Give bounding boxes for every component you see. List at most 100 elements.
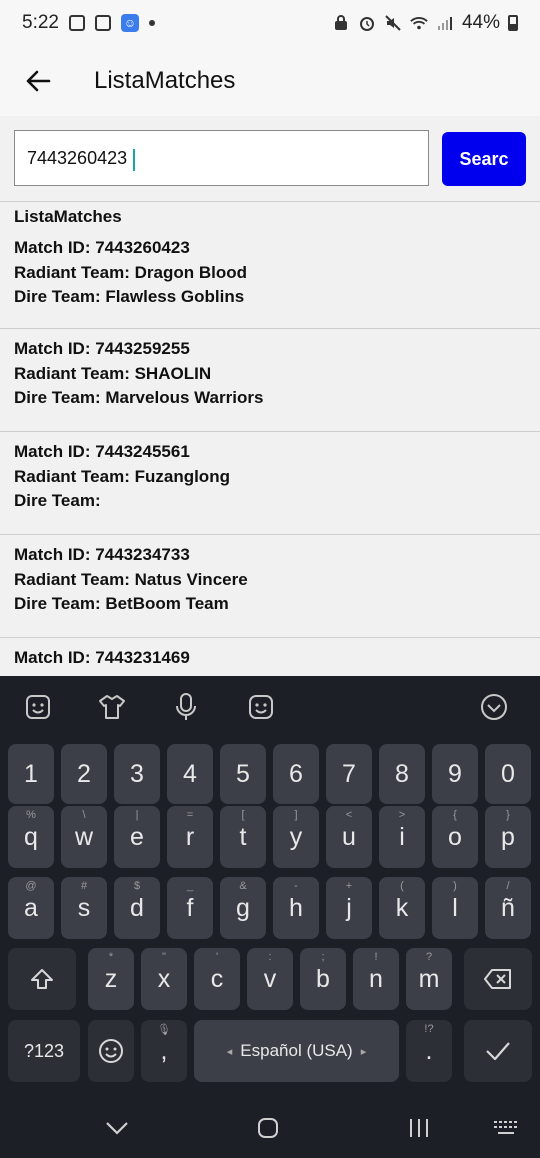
key-6[interactable]: 6: [273, 744, 319, 804]
key-k[interactable]: (k: [379, 877, 425, 939]
back-button[interactable]: [18, 61, 58, 101]
back-arrow-icon: [26, 70, 51, 92]
keyboard-switch-icon[interactable]: [486, 1108, 526, 1148]
key-g[interactable]: & g: [220, 877, 266, 939]
mic-small-icon: 🎙: [157, 1024, 171, 1036]
key-o[interactable]: {o: [432, 806, 478, 868]
key-m[interactable]: ? m: [406, 948, 452, 1010]
backspace-icon: [484, 969, 511, 989]
key-v[interactable]: :v: [247, 948, 293, 1010]
status-time: 5:22: [22, 12, 59, 33]
microphone-icon[interactable]: [171, 692, 201, 722]
key-n[interactable]: ! n: [353, 948, 399, 1010]
key-3[interactable]: 3: [114, 744, 160, 804]
list-header: ListaMatches: [14, 207, 122, 226]
text-caret: [133, 149, 135, 171]
key-q[interactable]: % q: [8, 806, 54, 868]
key-f[interactable]: _ f: [167, 877, 213, 939]
smiley-icon: [99, 1039, 123, 1063]
collapse-chevron-icon[interactable]: [479, 692, 509, 722]
key-4[interactable]: 4: [167, 744, 213, 804]
key-7[interactable]: 7: [326, 744, 372, 804]
key-p[interactable]: } p: [485, 806, 531, 868]
key-a[interactable]: @ a: [8, 877, 54, 939]
radiant-team: Radiant Team: Dragon Blood: [14, 262, 247, 282]
key-b[interactable]: ; b: [300, 948, 346, 1010]
match-list[interactable]: ListaMatches Match ID: 7443260423 Radian…: [0, 202, 540, 676]
key-0[interactable]: 0: [485, 744, 531, 804]
search-input[interactable]: [14, 130, 429, 186]
comma-key[interactable]: 🎙 ,: [141, 1020, 187, 1082]
key-l[interactable]: ) l: [432, 877, 478, 939]
symbols-key[interactable]: ?123: [8, 1020, 80, 1082]
navigation-bar: [0, 1096, 540, 1158]
match-id: Match ID: 7443234733: [14, 545, 190, 564]
key-9[interactable]: 9: [432, 744, 478, 804]
list-item[interactable]: Match ID: 7443259255 Radiant Team: SHAOL…: [0, 329, 540, 432]
shift-key[interactable]: [8, 948, 76, 1010]
lock-icon: [332, 14, 350, 32]
search-button[interactable]: Searc: [442, 132, 526, 186]
battery-percent: 44%: [461, 12, 500, 33]
theme-shirt-icon[interactable]: [97, 692, 127, 722]
key-8[interactable]: 8: [379, 744, 425, 804]
hide-keyboard-icon[interactable]: [97, 1108, 137, 1148]
dire-team: Dire Team: Flawless Goblins: [14, 287, 245, 306]
list-item[interactable]: Match ID: 7443260423 Radiant Team: Drago…: [0, 236, 540, 329]
left-chevron-icon: ◂: [226, 1045, 233, 1058]
signal-icon: [436, 14, 454, 32]
space-key[interactable]: ◂ Español (USA) ▸: [194, 1020, 399, 1082]
key-s[interactable]: # s: [61, 877, 107, 939]
key-n-tilde[interactable]: / ñ: [485, 877, 531, 939]
key-t[interactable]: [t: [220, 806, 266, 868]
key-e[interactable]: | e: [114, 806, 160, 868]
list-item[interactable]: Match ID: 7443231469: [0, 638, 540, 676]
page-title: ListaMatches: [94, 67, 236, 94]
bot-app-icon: ☺: [120, 14, 139, 32]
match-id: Match ID: 7443231469: [14, 648, 190, 667]
match-id: Match ID: 7443245561: [14, 442, 190, 461]
wifi-icon: [410, 14, 428, 32]
status-bar: 5:22 ☺ 44%: [0, 0, 540, 46]
radiant-team: Radiant Team: Natus Vincere: [14, 569, 248, 589]
key-r[interactable]: = r: [167, 806, 213, 868]
key-2[interactable]: 2: [61, 744, 107, 804]
soft-keyboard: 1 2 3 4 5 6 7 8 9 0 % q \ w | e = r [t ] y < u…: [0, 676, 540, 1158]
dire-team: Dire Team:: [14, 491, 101, 510]
mute-icon: [384, 14, 402, 32]
key-j[interactable]: + j: [326, 877, 372, 939]
emoji-icon[interactable]: [246, 692, 276, 722]
dire-team: Dire Team: BetBoom Team: [14, 594, 229, 613]
key-c[interactable]: ' c: [194, 948, 240, 1010]
key-d[interactable]: $ d: [114, 877, 160, 939]
radiant-team: Radiant Team: Fuzanglong: [14, 466, 230, 486]
dire-team: Dire Team: Marvelous Warriors: [14, 388, 264, 407]
keyboard-toolbar: [0, 676, 540, 740]
key-y[interactable]: ] y: [273, 806, 319, 868]
gallery-icon: [68, 15, 85, 31]
checkmark-icon: [486, 1042, 510, 1061]
key-5[interactable]: 5: [220, 744, 266, 804]
alarm-icon: [358, 14, 376, 32]
match-id: Match ID: 7443259255: [14, 339, 190, 358]
key-i[interactable]: > i: [379, 806, 425, 868]
key-z[interactable]: * z: [88, 948, 134, 1010]
key-1[interactable]: 1: [8, 744, 54, 804]
key-u[interactable]: < u: [326, 806, 372, 868]
backspace-key[interactable]: [464, 948, 532, 1010]
home-icon[interactable]: [248, 1108, 288, 1148]
recent-apps-icon[interactable]: [399, 1108, 439, 1148]
key-h[interactable]: -h: [273, 877, 319, 939]
search-row: Searc: [0, 116, 540, 202]
list-item[interactable]: Match ID: 7443234733 Radiant Team: Natus…: [0, 535, 540, 638]
enter-key[interactable]: [464, 1020, 532, 1082]
emoji-key[interactable]: [88, 1020, 134, 1082]
emoji-sticker-icon[interactable]: [23, 692, 53, 722]
period-key[interactable]: !? .: [406, 1020, 452, 1082]
twitch-icon: [94, 15, 111, 31]
key-x[interactable]: " x: [141, 948, 187, 1010]
list-item[interactable]: Match ID: 7443245561 Radiant Team: Fuzan…: [0, 432, 540, 535]
key-w[interactable]: \ w: [61, 806, 107, 868]
battery-icon: [508, 15, 518, 31]
match-id: Match ID: 7443260423: [14, 238, 190, 257]
